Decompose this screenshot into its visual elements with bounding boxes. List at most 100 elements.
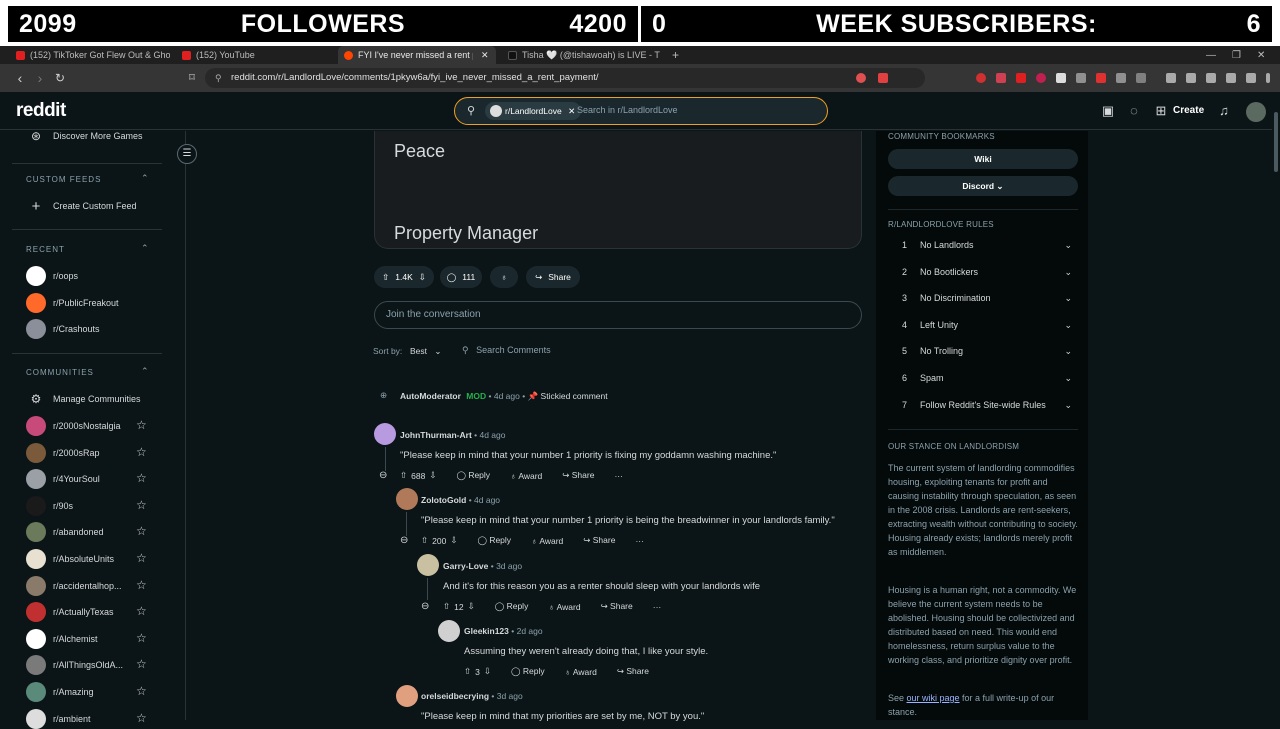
comment-author[interactable]: AutoModerator	[400, 391, 461, 401]
minimize-icon[interactable]: —	[1206, 50, 1216, 61]
share-button[interactable]: ↪ Share	[562, 470, 594, 481]
sort-dropdown[interactable]: Best ⌄	[410, 346, 442, 357]
communities-heading[interactable]: COMMUNITIES	[26, 368, 94, 377]
comment-author[interactable]: Garry-Love	[443, 561, 488, 571]
extension-icon[interactable]	[996, 73, 1006, 83]
chevron-up-icon[interactable]: ⌃	[141, 173, 149, 184]
star-icon[interactable]: ☆	[136, 524, 147, 538]
manage-communities-button[interactable]: ⚙ Manage Communities	[26, 389, 156, 409]
bell-icon[interactable]: ♫	[1217, 104, 1231, 118]
sidebar-item-recent[interactable]: r/Crashouts	[26, 319, 156, 340]
star-icon[interactable]: ☆	[136, 418, 147, 432]
chevron-down-icon[interactable]: ⌄	[1064, 240, 1072, 251]
share-button[interactable]: ↪ Share	[601, 601, 633, 612]
share-button[interactable]: ↪ Share	[526, 266, 580, 288]
forward-icon[interactable]: ›	[32, 70, 48, 86]
star-icon[interactable]: ☆	[136, 604, 147, 618]
collapse-thread-icon[interactable]: ⊖	[400, 535, 408, 546]
search-comments-button[interactable]: ⚲ Search Comments	[452, 338, 566, 362]
star-icon[interactable]: ☆	[136, 657, 147, 671]
avatar[interactable]	[1246, 102, 1266, 122]
sidebar-icon[interactable]	[1186, 73, 1196, 83]
bookmark-icon[interactable]: ⌑	[184, 70, 200, 86]
avatar[interactable]	[396, 685, 418, 707]
maximize-icon[interactable]: ❐	[1232, 50, 1241, 61]
wiki-link[interactable]: our wiki page	[907, 693, 960, 703]
award-button[interactable]: ♁ Award	[510, 471, 542, 481]
downvote-icon[interactable]: ⇩	[429, 470, 436, 481]
browser-tab-active[interactable]: FYI I've never missed a rent paym ✕	[338, 46, 496, 64]
avatar[interactable]	[417, 554, 439, 576]
upvote-icon[interactable]: ⇧	[464, 666, 471, 677]
star-icon[interactable]: ☆	[136, 551, 147, 565]
ads-icon[interactable]: ▣	[1101, 104, 1115, 118]
create-custom-feed-button[interactable]: + Create Custom Feed	[26, 196, 156, 216]
share-button[interactable]: ↪ Share	[583, 535, 615, 546]
subreddit-search-chip[interactable]: r/LandlordLove ✕	[485, 102, 582, 120]
more-options-button[interactable]: ···	[653, 602, 662, 612]
upvote-icon[interactable]: ⇧	[400, 470, 407, 481]
star-icon[interactable]: ☆	[136, 711, 147, 725]
site-info-icon[interactable]: ⚲	[215, 68, 222, 88]
rule-item[interactable]: 5 No Trolling ⌄	[902, 346, 1072, 362]
extension-icon[interactable]	[878, 73, 888, 83]
sidebar-item-recent[interactable]: r/PublicFreakout	[26, 292, 156, 313]
rule-item[interactable]: 6 Spam ⌄	[902, 373, 1072, 389]
sidebar-item-discover[interactable]: ⊛ Discover More Games	[26, 126, 156, 146]
search-bar[interactable]: ⚲ r/LandlordLove ✕ Search in r/LandlordL…	[454, 97, 828, 125]
avatar[interactable]	[396, 488, 418, 510]
chevron-down-icon[interactable]: ⌄	[1064, 267, 1072, 278]
more-options-button[interactable]: ···	[635, 536, 644, 546]
wallet-icon[interactable]	[1206, 73, 1216, 83]
upvote-icon[interactable]: ⇧	[382, 272, 389, 283]
avatar[interactable]	[438, 620, 460, 642]
chevron-down-icon[interactable]: ⌄	[1064, 373, 1072, 384]
reload-icon[interactable]: ↻	[52, 70, 68, 86]
back-icon[interactable]: ‹	[12, 70, 28, 86]
rule-item[interactable]: 2 No Bootlickers ⌄	[902, 267, 1072, 283]
share-button[interactable]: ↪ Share	[617, 666, 649, 677]
scrollbar-thumb[interactable]	[1274, 112, 1278, 172]
close-tab-icon[interactable]: ✕	[481, 50, 489, 61]
reply-button[interactable]: ◯ Reply	[495, 601, 529, 612]
expand-icon[interactable]: ⊕	[380, 390, 387, 401]
download-icon[interactable]	[1226, 73, 1236, 83]
chevron-down-icon[interactable]: ⌄	[1064, 293, 1072, 304]
page-scrollbar[interactable]	[1272, 92, 1280, 720]
create-button[interactable]: Create	[1173, 105, 1204, 116]
recent-heading[interactable]: RECENT	[26, 245, 65, 254]
award-button[interactable]: ♁ Award	[565, 667, 597, 677]
collapse-thread-icon[interactable]: ⊖	[421, 601, 429, 612]
join-conversation-input[interactable]: Join the conversation	[374, 301, 862, 329]
create-plus-icon[interactable]: ⊞	[1154, 104, 1168, 118]
star-icon[interactable]: ☆	[136, 578, 147, 592]
comment-author[interactable]: JohnThurman-Art	[400, 430, 472, 440]
award-button[interactable]: ♁ Award	[531, 536, 563, 546]
music-icon[interactable]	[1166, 73, 1176, 83]
chevron-down-icon[interactable]: ⌄	[1064, 320, 1072, 331]
close-icon[interactable]: ✕	[568, 106, 575, 116]
chevron-up-icon[interactable]: ⌃	[141, 243, 149, 254]
more-options-button[interactable]: ···	[614, 471, 623, 481]
puzzle-icon[interactable]	[1116, 73, 1126, 83]
rule-item[interactable]: 3 No Discrimination ⌄	[902, 293, 1072, 309]
downvote-icon[interactable]: ⇩	[450, 535, 457, 546]
browser-tab[interactable]: (152) YouTube	[176, 46, 336, 64]
award-button[interactable]: ♁	[490, 266, 518, 288]
extension-icon[interactable]	[1096, 73, 1106, 83]
new-tab-button[interactable]: +	[666, 46, 686, 64]
downvote-icon[interactable]: ⇩	[419, 272, 426, 283]
menu-icon[interactable]	[1266, 73, 1270, 83]
rule-item[interactable]: 4 Left Unity ⌄	[902, 320, 1072, 336]
extension-icon[interactable]	[1016, 73, 1026, 83]
discord-button[interactable]: Discord ⌄	[888, 176, 1078, 196]
reddit-logo[interactable]: reddit	[16, 100, 66, 122]
wiki-button[interactable]: Wiki	[888, 149, 1078, 169]
extension-icon[interactable]	[1036, 73, 1046, 83]
chevron-up-icon[interactable]: ⌃	[141, 366, 149, 377]
sidebar-item-recent[interactable]: r/oops	[26, 266, 156, 286]
extension-icon[interactable]	[1136, 73, 1146, 83]
url-field[interactable]: ⚲ reddit.com/r/LandlordLove/comments/1pk…	[205, 68, 925, 88]
upvote-icon[interactable]: ⇧	[421, 535, 428, 546]
chat-icon[interactable]: ◌	[1127, 104, 1141, 118]
